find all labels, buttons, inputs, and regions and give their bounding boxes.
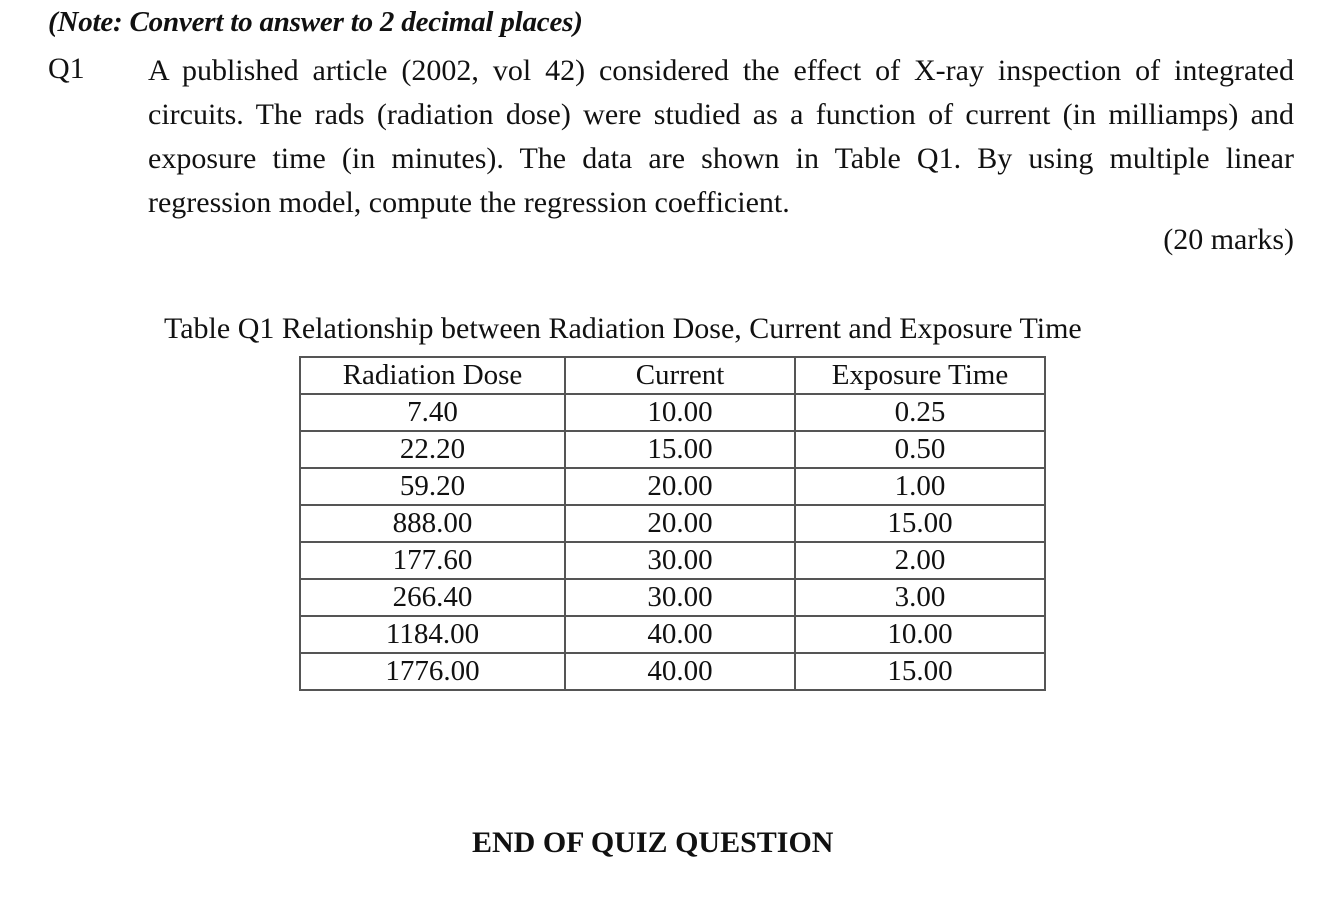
cell-current: 40.00 <box>564 615 796 654</box>
table-row: 1184.00 40.00 10.00 <box>299 615 1046 654</box>
cell-current: 30.00 <box>564 578 796 617</box>
table-row: 266.40 30.00 3.00 <box>299 578 1046 617</box>
cell-exposure-time: 15.00 <box>794 652 1046 691</box>
cell-exposure-time: 0.50 <box>794 430 1046 469</box>
cell-exposure-time: 2.00 <box>794 541 1046 580</box>
note-instruction: (Note: Convert to answer to 2 decimal pl… <box>48 6 583 38</box>
cell-exposure-time: 1.00 <box>794 467 1046 506</box>
header-exposure-time: Exposure Time <box>794 356 1046 395</box>
cell-current: 20.00 <box>564 467 796 506</box>
cell-current: 15.00 <box>564 430 796 469</box>
cell-radiation-dose: 7.40 <box>299 393 566 432</box>
header-radiation-dose: Radiation Dose <box>299 356 566 395</box>
cell-radiation-dose: 888.00 <box>299 504 566 543</box>
table-row: 888.00 20.00 15.00 <box>299 504 1046 543</box>
question-marks: (20 marks) <box>1163 223 1294 256</box>
cell-current: 30.00 <box>564 541 796 580</box>
cell-exposure-time: 10.00 <box>794 615 1046 654</box>
cell-exposure-time: 0.25 <box>794 393 1046 432</box>
cell-radiation-dose: 177.60 <box>299 541 566 580</box>
cell-exposure-time: 15.00 <box>794 504 1046 543</box>
cell-current: 10.00 <box>564 393 796 432</box>
end-of-quiz-label: END OF QUIZ QUESTION <box>472 826 834 859</box>
cell-radiation-dose: 266.40 <box>299 578 566 617</box>
question-text: A published article (2002, vol 42) consi… <box>148 54 1294 219</box>
table-header-row: Radiation Dose Current Exposure Time <box>299 356 1046 395</box>
table-row: 59.20 20.00 1.00 <box>299 467 1046 506</box>
cell-current: 40.00 <box>564 652 796 691</box>
cell-current: 20.00 <box>564 504 796 543</box>
cell-radiation-dose: 1776.00 <box>299 652 566 691</box>
cell-exposure-time: 3.00 <box>794 578 1046 617</box>
data-table: Radiation Dose Current Exposure Time 7.4… <box>299 356 1046 691</box>
table-row: 1776.00 40.00 15.00 <box>299 652 1046 691</box>
header-current: Current <box>564 356 796 395</box>
cell-radiation-dose: 1184.00 <box>299 615 566 654</box>
table-caption: Table Q1 Relationship between Radiation … <box>164 312 1082 345</box>
table-row: 7.40 10.00 0.25 <box>299 393 1046 432</box>
cell-radiation-dose: 22.20 <box>299 430 566 469</box>
cell-radiation-dose: 59.20 <box>299 467 566 506</box>
table-row: 22.20 15.00 0.50 <box>299 430 1046 469</box>
question-number: Q1 <box>48 52 85 85</box>
table-row: 177.60 30.00 2.00 <box>299 541 1046 580</box>
